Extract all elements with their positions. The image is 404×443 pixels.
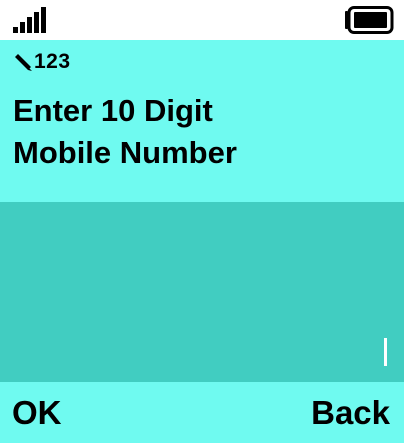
pencil-icon [15, 54, 32, 71]
text-cursor [384, 338, 387, 366]
back-softkey[interactable]: Back [311, 394, 390, 432]
prompt-title: Enter 10 Digit Mobile Number [13, 90, 393, 174]
prompt-panel: 123 Enter 10 Digit Mobile Number [0, 40, 404, 202]
input-mode-indicator: 123 [14, 50, 71, 74]
mobile-number-input[interactable] [0, 202, 404, 382]
input-mode-label: 123 [34, 50, 71, 73]
signal-bars-icon [13, 7, 46, 33]
softkey-bar: OK Back [0, 382, 404, 443]
status-bar [0, 0, 404, 40]
ok-softkey[interactable]: OK [12, 394, 62, 432]
prompt-line-1: Enter 10 Digit [13, 93, 213, 128]
battery-full-icon [345, 6, 394, 34]
prompt-line-2: Mobile Number [13, 135, 237, 170]
